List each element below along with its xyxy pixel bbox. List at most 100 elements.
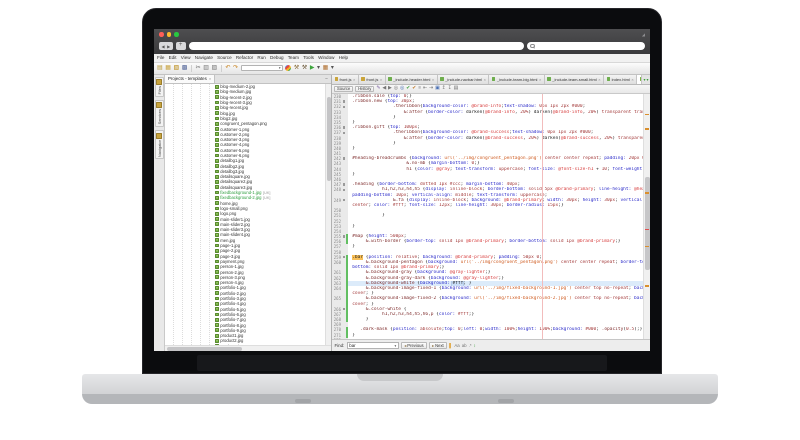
undo-button[interactable]: ↶: [225, 65, 230, 72]
image-file-icon: [215, 275, 219, 279]
tab-close-icon[interactable]: ×: [598, 77, 600, 82]
menu-tools[interactable]: Tools: [303, 55, 314, 60]
editor-tab-index.html[interactable]: index.html×: [604, 75, 637, 84]
editor-tab-front.js[interactable]: front.js×: [359, 75, 386, 84]
scroll-tabs-left-icon[interactable]: ▾: [643, 77, 645, 82]
editor-tab-_include-navbar.html[interactable]: _include-navbar.html×: [438, 75, 490, 84]
dock-tab-label: Services: [157, 109, 162, 124]
shift-left-button[interactable]: ⇤: [423, 86, 427, 92]
new-project-button[interactable]: ▦: [165, 65, 171, 72]
dock-tab-navigator[interactable]: Navigator: [155, 130, 164, 159]
url-input[interactable]: [189, 42, 524, 50]
tab-close-icon[interactable]: ×: [353, 77, 355, 82]
profile-project-button[interactable]: ▦: [323, 65, 329, 72]
profile-dropdown-caret[interactable]: ▾: [331, 65, 334, 72]
image-file-icon: [215, 254, 219, 258]
dropdown-caret-icon[interactable]: ▾: [395, 344, 397, 348]
image-file-icon: [215, 191, 219, 195]
find-next-button[interactable]: ▸Next: [429, 342, 447, 349]
editor-vertical-scrollbar[interactable]: [643, 94, 650, 339]
projects-panel-tab[interactable]: Projects - templates×: [165, 75, 215, 84]
whole-words-toggle[interactable]: ab: [462, 343, 467, 348]
editor-tab-_include-header.html[interactable]: _include-header.html×: [386, 75, 438, 84]
back-icon[interactable]: ◀: [162, 44, 165, 49]
image-file-icon: [215, 170, 219, 174]
back-button[interactable]: ◀: [382, 86, 386, 92]
find-input[interactable]: bar▾: [347, 342, 399, 349]
ide-services-icon[interactable]: [285, 65, 291, 71]
dock-tab-files[interactable]: Files: [155, 77, 164, 97]
toggle-bookmark-button[interactable]: ▤: [454, 86, 459, 92]
menu-navigate[interactable]: Navigate: [195, 55, 213, 60]
new-tab-button[interactable]: +: [176, 42, 186, 50]
copy-button[interactable]: ▥: [203, 65, 209, 72]
editor-tab-front.js[interactable]: front.js×: [332, 75, 359, 84]
tab-close-icon[interactable]: ×: [631, 77, 633, 82]
tab-close-icon[interactable]: ×: [539, 77, 541, 82]
format-button[interactable]: ≡: [418, 86, 421, 92]
menu-debug[interactable]: Debug: [270, 55, 284, 60]
clean-build-button[interactable]: ⚒: [302, 65, 307, 72]
menu-run[interactable]: Run: [257, 55, 265, 60]
scrollbar-thumb[interactable]: [167, 347, 242, 351]
tab-label: front.js: [340, 77, 352, 82]
dock-tab-services[interactable]: Services: [155, 100, 164, 127]
minimize-panel-icon[interactable]: −: [325, 76, 331, 82]
source-view-button[interactable]: Source: [334, 86, 353, 92]
new-file-button[interactable]: ▤: [157, 65, 163, 72]
build-project-button[interactable]: ⚒: [294, 65, 299, 72]
history-view-button[interactable]: History: [355, 86, 374, 92]
editor-tab-_include-team-small.html[interactable]: _include-team-small.html×: [545, 75, 604, 84]
menu-help[interactable]: Help: [339, 55, 348, 60]
menu-team[interactable]: Team: [288, 55, 299, 60]
menu-refactor[interactable]: Refactor: [236, 55, 253, 60]
code-viewport: 230 .ribbon.sale {top: 0;}231 .ribbon.ne…: [332, 94, 650, 339]
scroll-tabs-right-icon[interactable]: ▾: [646, 77, 648, 82]
validate-button[interactable]: ✔: [412, 86, 416, 92]
forward-icon[interactable]: ▶: [167, 44, 170, 49]
regex-toggle[interactable]: .*: [469, 343, 472, 348]
code-editor[interactable]: 230 .ribbon.sale {top: 0;}231 .ribbon.ne…: [332, 94, 643, 339]
maximize-window-button[interactable]: [174, 32, 179, 37]
image-file-icon: [215, 122, 219, 126]
find-previous-button[interactable]: ◂Previous: [401, 342, 426, 349]
forward-button[interactable]: ▶: [388, 86, 392, 92]
editor-tabs-bar: front.js×front.js×_include-header.html×_…: [332, 75, 650, 85]
tab-close-icon[interactable]: ×: [380, 77, 382, 82]
next-bookmark-button[interactable]: ↧: [448, 86, 452, 92]
check-file-button[interactable]: ✔: [406, 86, 410, 92]
run-project-button[interactable]: ▶: [310, 65, 315, 72]
match-case-toggle[interactable]: Aa: [454, 343, 459, 348]
cut-button[interactable]: ✂: [196, 65, 201, 72]
open-project-button[interactable]: ▧: [174, 65, 180, 72]
save-all-button[interactable]: ▩: [182, 65, 188, 72]
previous-bookmark-button[interactable]: ↥: [442, 86, 446, 92]
run-dropdown-caret[interactable]: ▾: [317, 65, 320, 72]
editor-tab-_include-team-big.html[interactable]: _include-team-big.html×: [489, 75, 544, 84]
wrap-search-toggle[interactable]: ↕: [474, 343, 476, 348]
image-file-icon: [215, 212, 219, 216]
tree-horizontal-scrollbar[interactable]: [165, 345, 331, 351]
shift-right-button[interactable]: ⇥: [429, 86, 433, 92]
search-input[interactable]: [527, 42, 645, 51]
find-selection-button[interactable]: ◎: [394, 86, 398, 92]
image-file-icon: [215, 127, 219, 131]
menu-edit[interactable]: Edit: [169, 55, 177, 60]
last-edit-button[interactable]: ✎: [376, 86, 380, 92]
paste-button[interactable]: ▨: [212, 65, 218, 72]
menu-view[interactable]: View: [181, 55, 191, 60]
menu-file[interactable]: File: [157, 55, 164, 60]
close-window-button[interactable]: [159, 32, 164, 37]
tab-scroll-buttons[interactable]: ▾ ▾: [641, 75, 650, 84]
minimize-window-button[interactable]: [167, 32, 172, 37]
find-occurrences-button[interactable]: ◎: [400, 86, 404, 92]
configuration-select[interactable]: ▾: [241, 65, 283, 72]
close-icon[interactable]: ×: [209, 76, 211, 81]
menu-source[interactable]: Source: [217, 55, 232, 60]
tab-close-icon[interactable]: ×: [432, 77, 434, 82]
menu-window[interactable]: Window: [318, 55, 334, 60]
toggle-highlight-button[interactable]: ▣: [435, 86, 440, 92]
redo-button[interactable]: ↷: [233, 65, 238, 72]
tab-close-icon[interactable]: ×: [484, 77, 486, 82]
highlight-results-toggle[interactable]: ▌: [449, 343, 452, 348]
